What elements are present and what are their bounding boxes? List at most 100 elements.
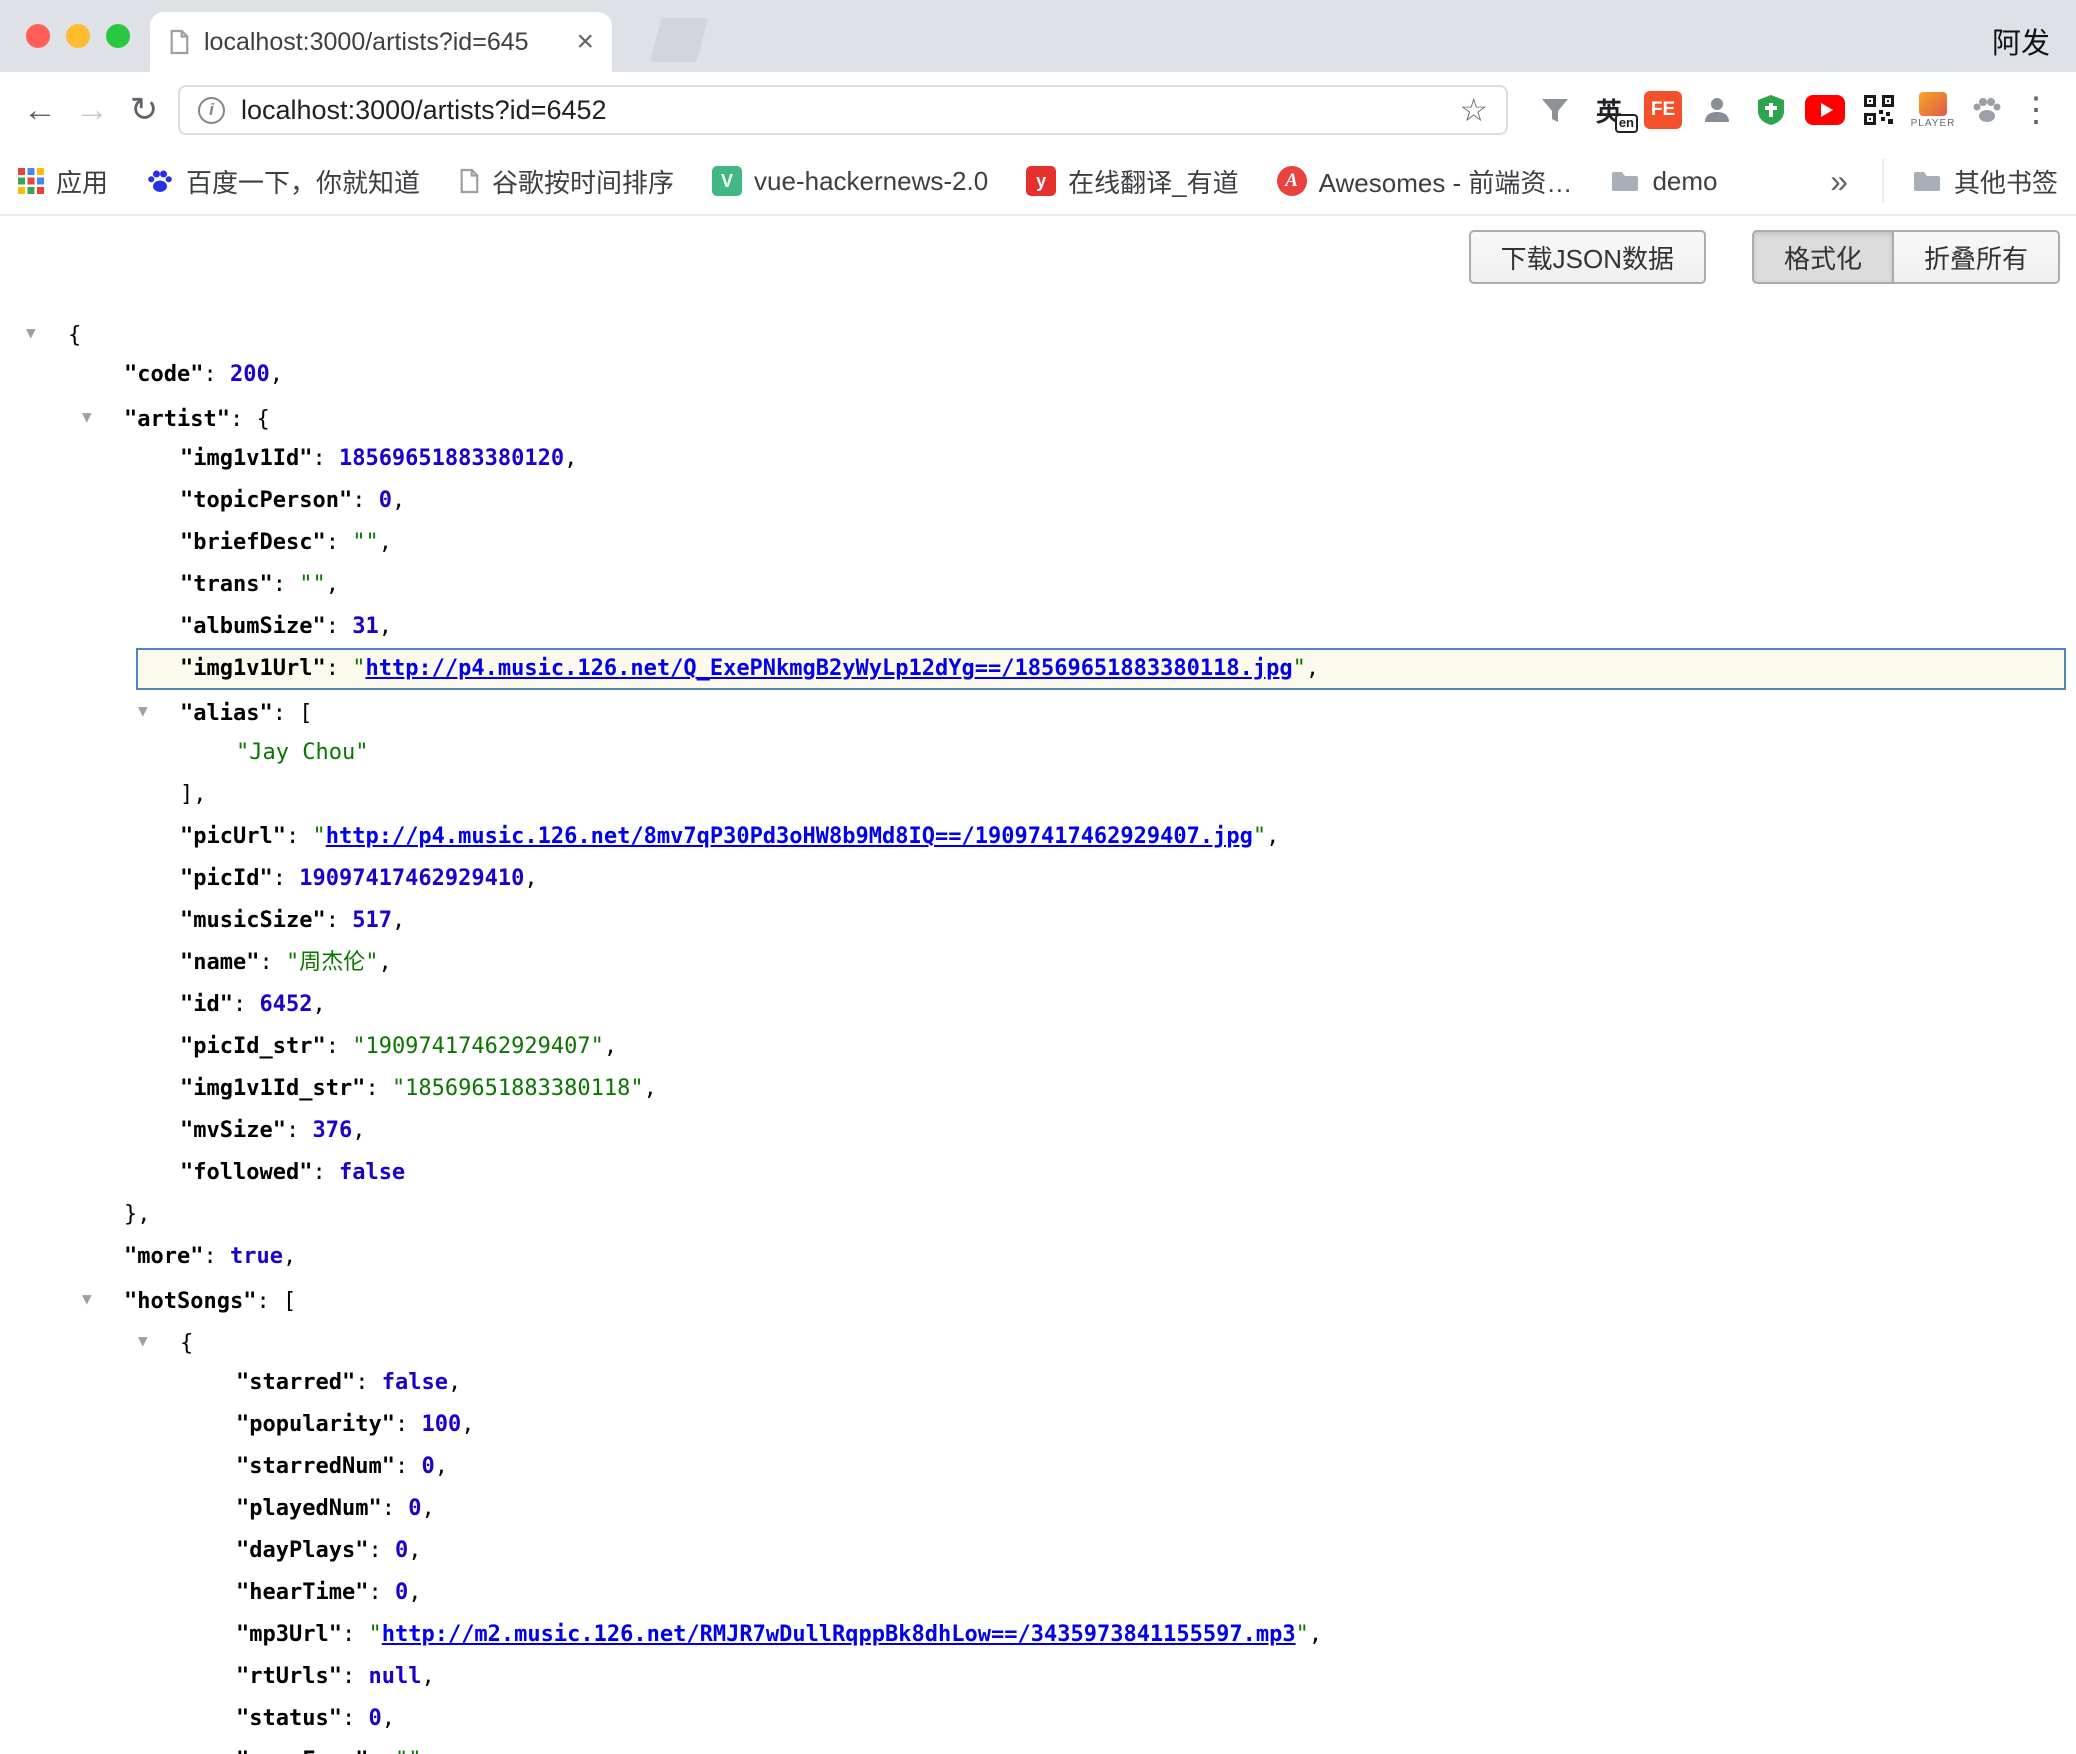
url-text[interactable]: localhost:3000/artists?id=6452 — [241, 95, 1443, 126]
json-comma: , — [604, 1034, 617, 1059]
bookmarks-overflow-icon[interactable]: » — [1830, 163, 1848, 200]
info-icon[interactable]: i — [198, 97, 225, 124]
json-line: ], — [0, 774, 2076, 816]
json-key: "more" — [124, 1244, 203, 1269]
json-string: "" — [395, 1748, 422, 1754]
profile-name[interactable]: 阿发 — [1992, 20, 2050, 62]
bookmark-vue-hackernews[interactable]: V vue-hackernews-2.0 — [712, 166, 988, 197]
back-button[interactable]: ← — [14, 84, 66, 136]
json-comma: , — [382, 1706, 395, 1731]
json-comma: , — [270, 362, 283, 387]
bookmark-apps[interactable]: 应用 — [18, 163, 108, 200]
json-line: "playedNum": 0, — [0, 1488, 2076, 1530]
json-comma: , — [352, 1118, 365, 1143]
collapse-arrow-icon[interactable]: ▼ — [138, 690, 180, 732]
folder-icon — [1610, 169, 1640, 193]
json-close-bracket: ], — [180, 782, 207, 807]
bookmark-youdao[interactable]: y 在线翻译_有道 — [1026, 163, 1238, 200]
json-number: 0 — [379, 488, 392, 513]
collapse-arrow-icon[interactable]: ▼ — [26, 312, 68, 354]
json-link[interactable]: http://p4.music.126.net/Q_ExePNkmgB2yWyL… — [365, 656, 1292, 681]
json-line: "code": 200, — [0, 354, 2076, 396]
browser-tab[interactable]: localhost:3000/artists?id=645 × — [150, 12, 612, 72]
json-line: "albumSize": 31, — [0, 606, 2076, 648]
collapse-arrow-icon[interactable]: ▼ — [82, 1278, 124, 1320]
json-colon: : — [256, 1289, 283, 1314]
window-minimize-button[interactable] — [66, 24, 90, 48]
json-key: "copyFrom" — [236, 1748, 368, 1754]
json-line: ▼"artist": { — [0, 396, 2076, 438]
youtube-icon — [1805, 95, 1845, 125]
json-key: "hotSongs" — [124, 1289, 256, 1314]
bookmark-star-icon[interactable]: ☆ — [1459, 91, 1488, 129]
player-extension-button[interactable]: PLAYER — [1910, 82, 1956, 138]
translate-icon: 英 en — [1596, 92, 1622, 129]
shield-extension-button[interactable] — [1748, 82, 1794, 138]
funnel-extension-button[interactable] — [1532, 82, 1578, 138]
window-close-button[interactable] — [26, 24, 50, 48]
bookmark-label: vue-hackernews-2.0 — [754, 166, 988, 197]
new-tab-button[interactable] — [650, 18, 708, 62]
qrcode-extension-button[interactable] — [1856, 82, 1902, 138]
bookmark-awesomes[interactable]: A Awesomes - 前端资… — [1277, 163, 1573, 200]
json-number: 0 — [395, 1580, 408, 1605]
json-tree: ▼ { "code": 200,▼"artist": {"img1v1Id": 18… — [0, 216, 2076, 1754]
page-content: 下载JSON数据 格式化 折叠所有 ▼ { "code": 200,▼"artist… — [0, 216, 2076, 1754]
json-line: "topicPerson": 0, — [0, 480, 2076, 522]
json-line: "picId": 19097417462929410, — [0, 858, 2076, 900]
other-bookmarks-folder[interactable]: 其他书签 — [1882, 159, 2058, 203]
json-open-bracket: { — [256, 407, 269, 432]
json-quote: " — [1293, 656, 1306, 681]
reload-button[interactable]: ↻ — [118, 84, 170, 136]
fe-extension-button[interactable]: FE — [1640, 82, 1686, 138]
format-button[interactable]: 格式化 — [1752, 230, 1894, 284]
paw-extension-button[interactable] — [1964, 82, 2010, 138]
json-key: "starred" — [236, 1370, 355, 1395]
address-bar[interactable]: i localhost:3000/artists?id=6452 ☆ — [178, 85, 1508, 135]
forward-button[interactable]: → — [66, 84, 118, 136]
bookmark-google-sort[interactable]: 谷歌按时间排序 — [458, 163, 674, 200]
json-comma: , — [392, 488, 405, 513]
json-string: "周杰伦" — [286, 950, 379, 975]
json-key: "starredNum" — [236, 1454, 395, 1479]
navigation-bar: ← → ↻ i localhost:3000/artists?id=6452 ☆… — [0, 72, 2076, 148]
json-null: null — [368, 1664, 421, 1689]
json-link[interactable]: http://p4.music.126.net/8mv7qP30Pd3oHW8b… — [326, 824, 1253, 849]
json-key: "img1v1Url" — [180, 656, 326, 681]
translate-extension-button[interactable]: 英 en — [1586, 82, 1632, 138]
page-favicon-icon — [168, 29, 190, 55]
bookmark-demo-folder[interactable]: demo — [1610, 166, 1717, 197]
collapse-all-button[interactable]: 折叠所有 — [1892, 230, 2060, 284]
download-json-button[interactable]: 下载JSON数据 — [1469, 230, 1706, 284]
fe-icon: FE — [1644, 91, 1682, 129]
json-key: "dayPlays" — [236, 1538, 368, 1563]
json-line: "img1v1Id": 18569651883380120, — [0, 438, 2076, 480]
json-key: "status" — [236, 1706, 342, 1731]
json-line: "rtUrls": null, — [0, 1656, 2076, 1698]
profile-extension-button[interactable] — [1694, 82, 1740, 138]
json-colon: : — [273, 701, 300, 726]
json-key: "alias" — [180, 701, 273, 726]
json-number: 31 — [352, 614, 379, 639]
json-comma: , — [408, 1538, 421, 1563]
collapse-arrow-icon[interactable]: ▼ — [138, 1320, 180, 1362]
back-icon: ← — [23, 91, 57, 130]
json-colon: : — [312, 1160, 339, 1185]
json-link[interactable]: http://m2.music.126.net/RMJR7wDullRqppBk… — [382, 1622, 1296, 1647]
person-icon — [1702, 95, 1732, 125]
bookmark-baidu[interactable]: 百度一下，你就知道 — [146, 163, 420, 200]
page-icon — [458, 168, 480, 194]
json-key: "mvSize" — [180, 1118, 286, 1143]
awesomes-icon: A — [1277, 166, 1307, 196]
json-line: "picId_str": "19097417462929407", — [0, 1026, 2076, 1068]
collapse-arrow-icon[interactable]: ▼ — [82, 396, 124, 438]
youtube-extension-button[interactable] — [1802, 82, 1848, 138]
json-line: "followed": false — [0, 1152, 2076, 1194]
json-colon: : — [342, 1664, 369, 1689]
window-zoom-button[interactable] — [106, 24, 130, 48]
player-icon: PLAYER — [1911, 92, 1956, 129]
json-line: "popularity": 100, — [0, 1404, 2076, 1446]
json-colon: : — [326, 656, 353, 681]
tab-close-icon[interactable]: × — [576, 27, 594, 57]
browser-menu-button[interactable]: ⋮ — [2010, 84, 2062, 136]
